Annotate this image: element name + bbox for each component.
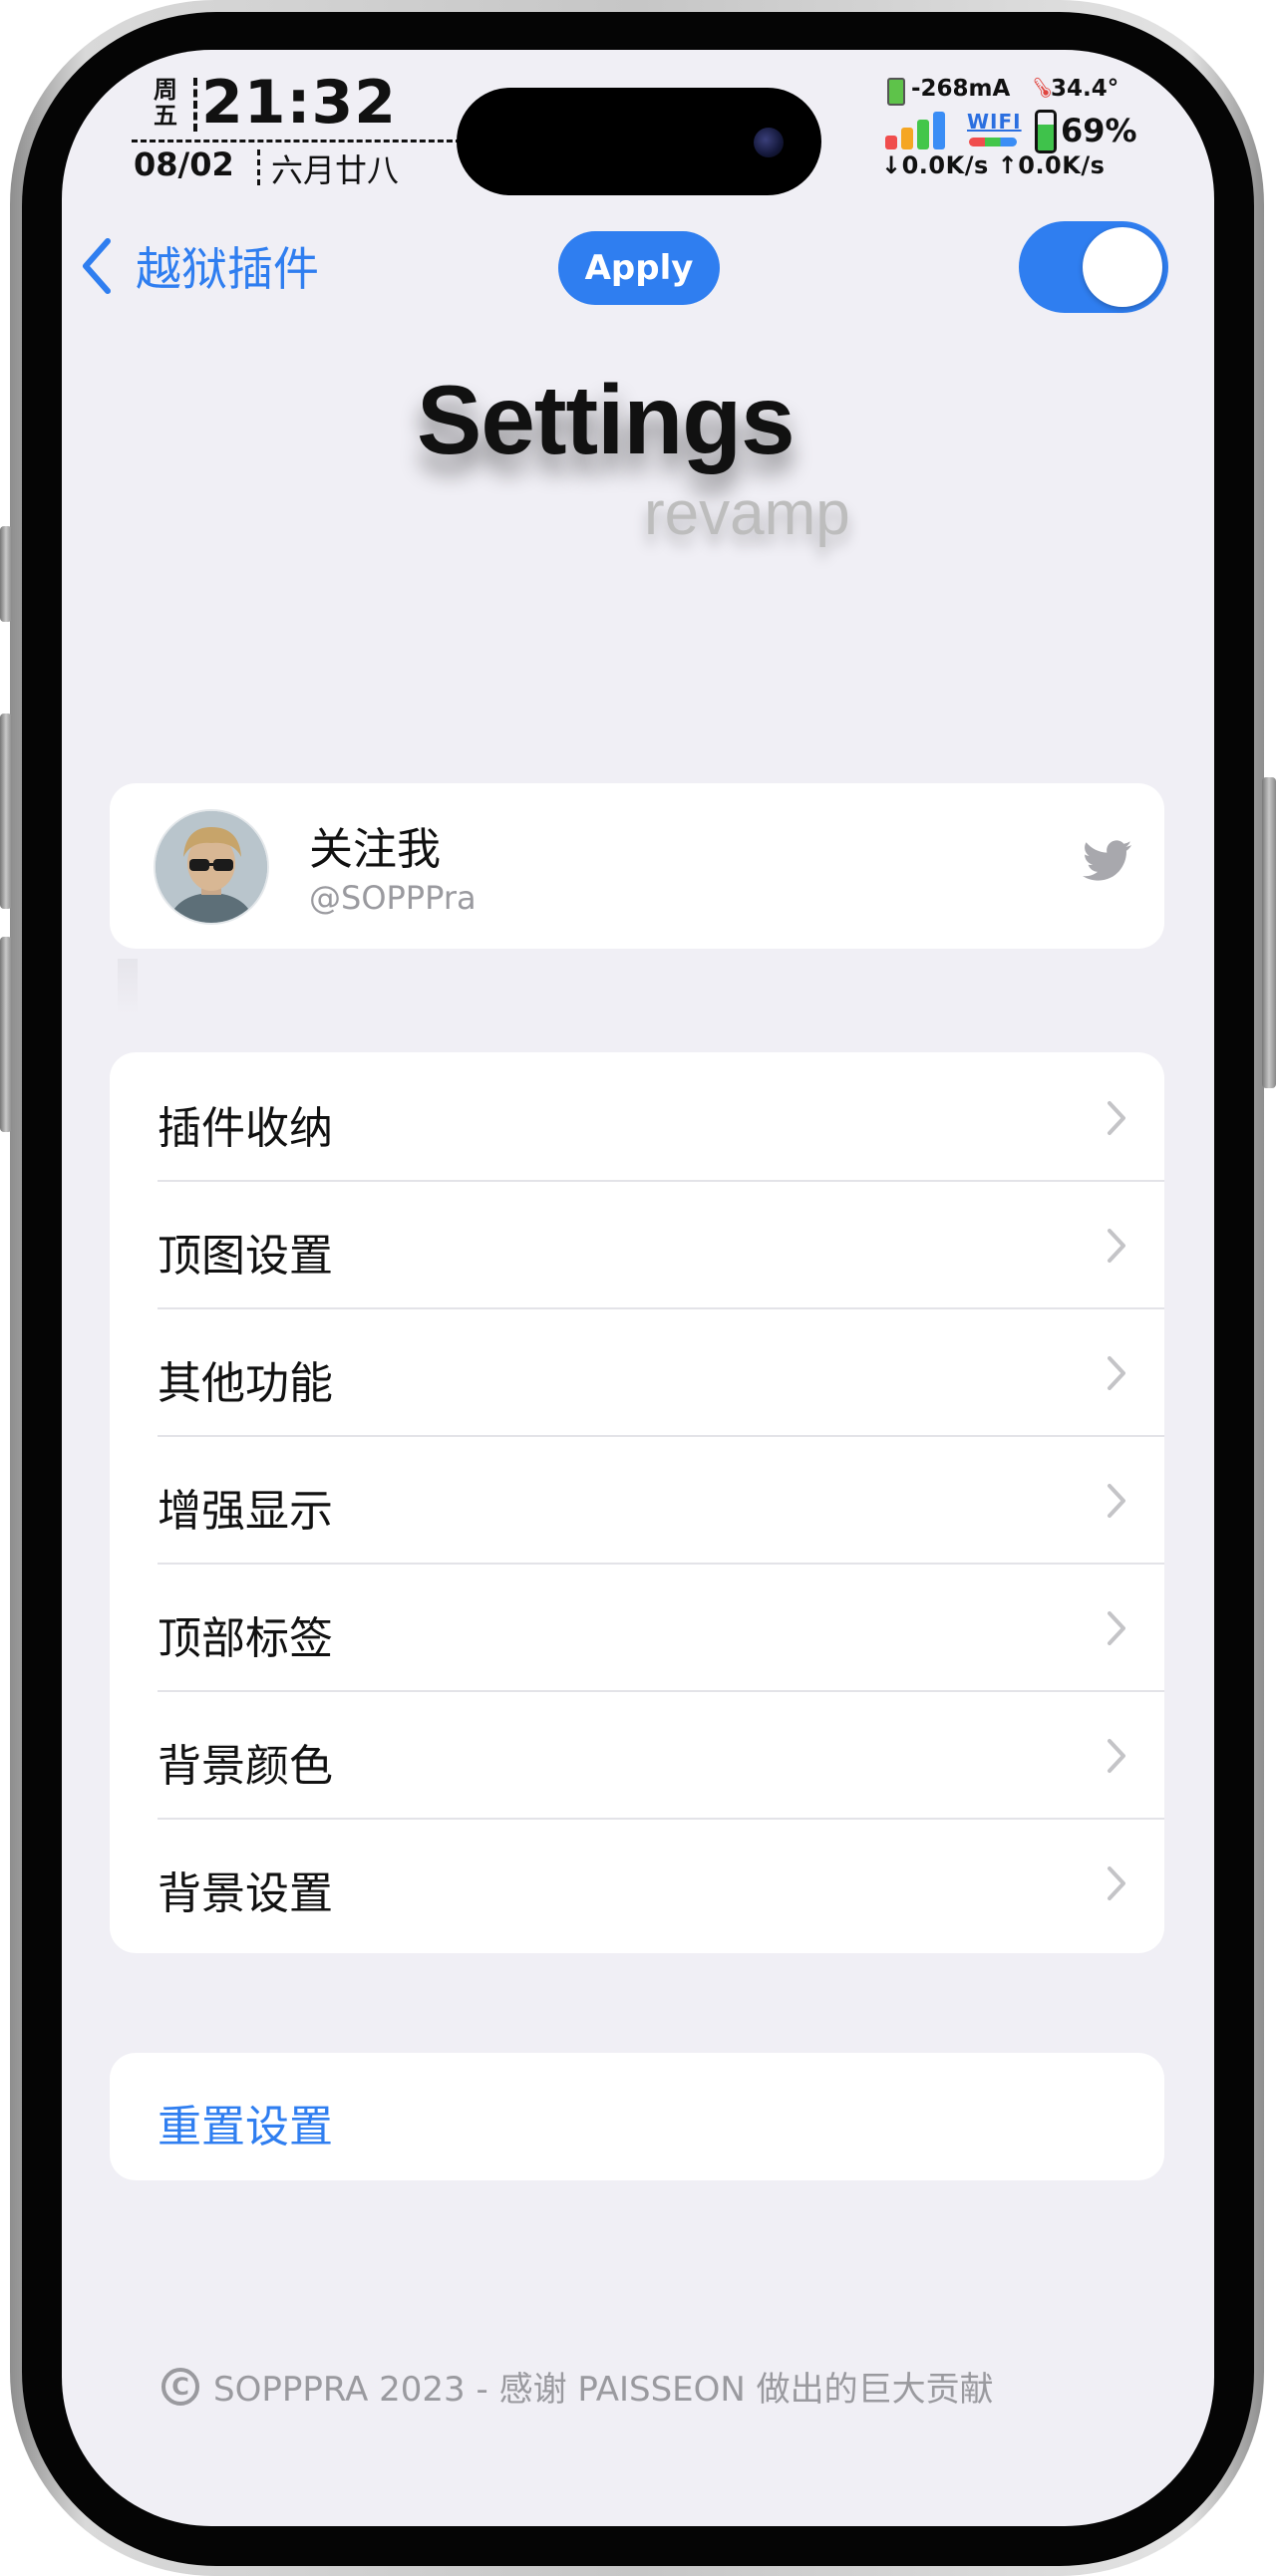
menu-row-label: 顶部标签	[158, 1613, 333, 1664]
status-dashed-line	[132, 140, 471, 143]
menu-row[interactable]: 插件收纳	[110, 1054, 1164, 1182]
twitter-handle: @SOPPPra	[309, 879, 477, 917]
menu-row-label: 增强显示	[158, 1486, 333, 1537]
battery-icon	[1035, 110, 1057, 153]
back-button[interactable]: 越狱插件	[80, 231, 319, 301]
reset-settings-button[interactable]: 重置设置	[110, 2053, 1164, 2180]
avatar-image	[156, 811, 267, 923]
charge-battery-icon	[887, 78, 905, 106]
menu-row-label: 插件收纳	[158, 1103, 333, 1154]
chevron-right-icon	[1108, 1866, 1125, 1900]
wifi-label: WIFI	[967, 110, 1022, 134]
menu-row[interactable]: 顶部标签	[110, 1565, 1164, 1692]
battery-level-fill	[1038, 124, 1054, 150]
back-button-label: 越狱插件	[136, 242, 319, 296]
status-temperature: 34.4°	[1051, 76, 1119, 102]
battery-percent: 69%	[1061, 112, 1137, 149]
chevron-left-icon	[83, 238, 111, 294]
footer: C SOPPPRA 2023 - 感谢 PAISSEON 做出的巨大贡献	[161, 2362, 994, 2411]
enable-toggle[interactable]	[1019, 221, 1168, 313]
chevron-right-icon	[1108, 1229, 1125, 1263]
screen: 周五 21:32 08/02 六月廿八 -268mA 🌡 34.4° WIFI …	[62, 50, 1214, 2526]
menu-row[interactable]: 增强显示	[110, 1437, 1164, 1565]
menu-row[interactable]: 顶图设置	[110, 1182, 1164, 1309]
volume-up-button	[0, 714, 12, 909]
toggle-knob	[1083, 227, 1162, 307]
status-date: 08/02	[134, 145, 234, 183]
chevron-right-icon	[1108, 1611, 1125, 1645]
chevron-right-icon	[1108, 1739, 1125, 1773]
twitter-bird-icon	[1083, 840, 1132, 881]
copyright-icon: C	[161, 2367, 199, 2406]
card-shadow	[118, 959, 138, 1014]
page-title: Settings	[417, 365, 796, 474]
apply-button[interactable]: Apply	[558, 231, 720, 305]
status-weekday: 周五	[154, 76, 177, 130]
menu-row[interactable]: 背景颜色	[110, 1692, 1164, 1820]
network-speed: ↓0.0K/s ↑0.0K/s	[881, 151, 1106, 179]
menu-row-label: 背景设置	[158, 1868, 333, 1919]
action-button	[0, 526, 12, 622]
cellular-signal-icon	[885, 112, 955, 149]
menu-row-label: 背景颜色	[158, 1741, 333, 1792]
page-subtitle: revamp	[644, 479, 850, 548]
status-divider	[193, 78, 197, 132]
follow-me-label: 关注我	[309, 824, 441, 875]
dynamic-island	[457, 88, 821, 195]
power-button	[1262, 777, 1276, 1088]
reset-settings-label: 重置设置	[158, 2102, 333, 2152]
front-camera-icon	[754, 128, 784, 157]
menu-row[interactable]: 背景设置	[110, 1820, 1164, 1947]
volume-down-button	[0, 937, 12, 1132]
settings-menu: 插件收纳顶图设置其他功能增强显示顶部标签背景颜色背景设置	[110, 1052, 1164, 1953]
follow-me-row[interactable]: 关注我 @SOPPPra	[110, 783, 1164, 949]
chevron-right-icon	[1108, 1101, 1125, 1135]
avatar	[154, 809, 269, 925]
chevron-right-icon	[1108, 1484, 1125, 1518]
status-current: -268mA	[911, 76, 1011, 102]
chevron-right-icon	[1108, 1356, 1125, 1390]
wifi-strength-icon	[969, 138, 1017, 146]
menu-row-label: 其他功能	[158, 1358, 333, 1409]
menu-row[interactable]: 其他功能	[110, 1309, 1164, 1437]
menu-row-label: 顶图设置	[158, 1231, 333, 1282]
footer-text: SOPPPRA 2023 - 感谢 PAISSEON 做出的巨大贡献	[213, 2370, 994, 2410]
status-time: 21:32	[201, 68, 397, 138]
status-lunar-date: 六月廿八	[271, 151, 400, 189]
status-date-divider	[257, 149, 260, 185]
